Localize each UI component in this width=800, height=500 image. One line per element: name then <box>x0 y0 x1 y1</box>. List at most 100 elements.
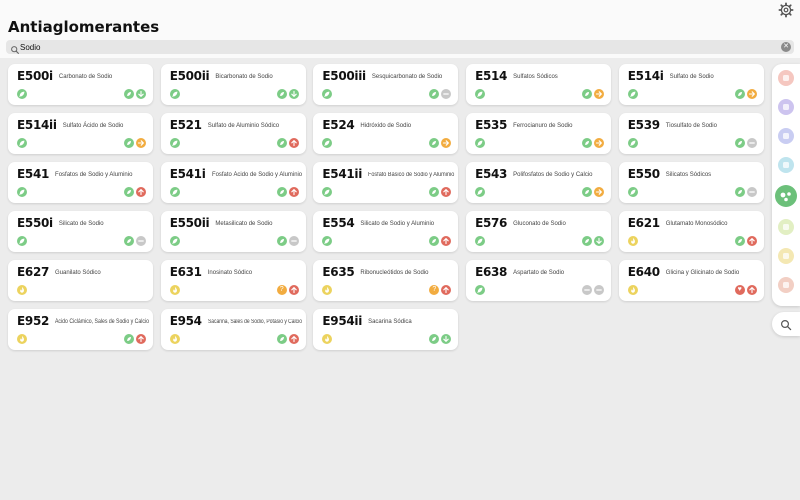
clock-icon[interactable] <box>778 128 794 144</box>
additive-card[interactable]: E500ii Bicarbonato de Sodio <box>160 64 306 105</box>
additive-card[interactable]: E954 Sacarina, Sales de Sodio, Potasio y … <box>160 309 306 350</box>
drop-icon[interactable] <box>778 219 794 235</box>
additive-code: E541ii <box>322 167 363 181</box>
additive-code: E550i <box>17 216 53 230</box>
additive-card[interactable]: E576 Gluconato de Sodio <box>466 211 612 252</box>
list-icon[interactable] <box>778 99 794 115</box>
leaf-icon <box>429 89 440 99</box>
leaf-icon <box>322 89 333 99</box>
additive-card[interactable]: E541ii Fosfato Básico de Sodio y Aluminio <box>313 162 459 203</box>
additive-name: Gluconato de Sodio <box>513 221 566 227</box>
additive-card[interactable]: E514 Sulfatos Sódicos <box>466 64 612 105</box>
additive-code: E631 <box>169 265 202 279</box>
leaf-icon <box>582 236 593 246</box>
leaf-icon <box>124 236 134 246</box>
additive-card[interactable]: E500iii Sesquicarbonato de Sodio <box>313 64 459 105</box>
search-input[interactable] <box>20 40 760 54</box>
arrow-up-icon <box>136 187 146 197</box>
additive-name: Sulfato de Sodio <box>669 74 714 80</box>
additive-name: Hidróxido de Sodio <box>360 123 412 129</box>
dash-icon <box>594 285 605 295</box>
additive-card[interactable]: E514i Sulfato de Sodio <box>618 64 764 105</box>
arrow-right-icon <box>136 138 146 148</box>
additive-name: Metasilicato de Sodio <box>215 221 273 227</box>
question-icon: ? <box>429 285 440 295</box>
arrow-up-icon <box>288 187 299 197</box>
additive-card[interactable]: E635 Ribonucleótidos de Sodio? <box>313 260 459 301</box>
additive-card[interactable]: E541 Fosfatos de Sodio y Aluminio <box>8 162 153 203</box>
additive-name: Sacarina, Sales de Sodio, Potasio y Calc… <box>207 319 302 325</box>
arrow-right-icon <box>441 138 452 148</box>
dots-icon[interactable] <box>775 185 797 207</box>
additive-name: Guanilato Sódico <box>55 270 101 276</box>
flame-icon[interactable] <box>778 248 794 264</box>
leaf-icon <box>124 187 134 197</box>
arrow-right-icon <box>594 187 605 197</box>
app-header: Antiaglomerantes ✕ <box>0 0 800 58</box>
additive-code: E621 <box>627 216 660 230</box>
additive-card[interactable]: E543 Polifosfatos de Sodio y Calcio <box>466 162 612 203</box>
additive-card[interactable]: E627 Guanilato Sódico <box>8 260 153 301</box>
dash-icon <box>746 138 757 148</box>
additive-card[interactable]: E954ii Sacarina Sódica <box>313 309 459 350</box>
additive-card[interactable]: E514ii Sulfato Ácido de Sodio <box>8 113 153 154</box>
arrow-down-icon <box>288 89 299 99</box>
additive-card[interactable]: E539 Tiosulfato de Sodio <box>618 113 764 154</box>
additive-card[interactable]: E952 Ácido Ciclámico, Sales de Sodio y Ca… <box>8 309 153 350</box>
leaf-icon <box>276 89 287 99</box>
category-sidebar <box>772 64 800 306</box>
additive-card[interactable]: E541i Fosfato Ácido de Sodio y Aluminio <box>160 162 306 203</box>
additive-name: Ribonucleótidos de Sodio <box>360 270 429 276</box>
arrow-down-icon <box>441 334 452 344</box>
additive-card[interactable]: E621 Glutamato Monosódico <box>618 211 764 252</box>
pills-icon[interactable] <box>778 70 794 86</box>
additive-card[interactable]: E524 Hidróxido de Sodio <box>313 113 459 154</box>
leaf-icon <box>169 187 180 197</box>
additive-name: Silicato de Sodio <box>58 221 104 227</box>
additive-name: Silicato de Sodio y Aluminio <box>360 221 435 227</box>
leaf-icon <box>429 236 440 246</box>
additive-card[interactable]: E500i Carbonato de Sodio <box>8 64 153 105</box>
additive-name: Aspartato de Sodio <box>513 270 565 276</box>
additive-name: Sacarina Sódica <box>368 319 412 325</box>
arrow-up-icon <box>441 285 452 295</box>
additive-code: E500i <box>17 69 53 83</box>
additive-name: Ácido Ciclámico, Sales de Sodio y Calcio <box>55 319 149 325</box>
additive-card[interactable]: E640 Glicina y Glicinato de Sodio ♥ <box>618 260 764 301</box>
additive-card[interactable]: E550 Silicatos Sódicos <box>618 162 764 203</box>
additive-card[interactable]: E535 Ferrocianuro de Sodio <box>466 113 612 154</box>
leaf-icon <box>169 236 180 246</box>
additive-code: E535 <box>475 118 508 132</box>
leaf-icon <box>627 187 638 197</box>
additive-card[interactable]: E638 Aspartato de Sodio <box>466 260 612 301</box>
leaf-icon <box>475 187 486 197</box>
clear-search-icon[interactable]: ✕ <box>781 42 791 52</box>
additive-card[interactable]: E631 Inosinato Sódico? <box>160 260 306 301</box>
additive-code: E638 <box>475 265 508 279</box>
flame-icon <box>627 236 638 246</box>
dash-icon <box>136 236 146 246</box>
arrow-up-icon <box>441 187 452 197</box>
additive-card[interactable]: E554 Silicato de Sodio y Aluminio <box>313 211 459 252</box>
additive-card[interactable]: E550i Silicato de Sodio <box>8 211 153 252</box>
additive-code: E550 <box>627 167 660 181</box>
sidebar-search-button[interactable] <box>772 312 800 336</box>
leaf-icon <box>124 138 134 148</box>
gear-icon[interactable] <box>778 2 794 18</box>
dash-icon <box>288 236 299 246</box>
arrow-down-icon <box>136 89 146 99</box>
cake-icon[interactable] <box>778 277 794 293</box>
search-bar[interactable]: ✕ <box>6 40 794 54</box>
additive-name: Tiosulfato de Sodio <box>665 123 717 129</box>
leaf-icon <box>734 187 745 197</box>
additive-code: E500ii <box>169 69 210 83</box>
additive-name: Sulfato Ácido de Sodio <box>62 123 124 129</box>
additive-card[interactable]: E521 Sulfato de Aluminio Sódico <box>160 113 306 154</box>
leaf-icon <box>17 138 27 148</box>
additive-name: Glicina y Glicinato de Sodio <box>665 270 740 276</box>
leaf-icon[interactable] <box>778 157 794 173</box>
additive-name: Bicarbonato de Sodio <box>215 74 273 80</box>
additive-card[interactable]: E550ii Metasilicato de Sodio <box>160 211 306 252</box>
arrow-up-icon <box>288 138 299 148</box>
leaf-icon <box>627 89 638 99</box>
